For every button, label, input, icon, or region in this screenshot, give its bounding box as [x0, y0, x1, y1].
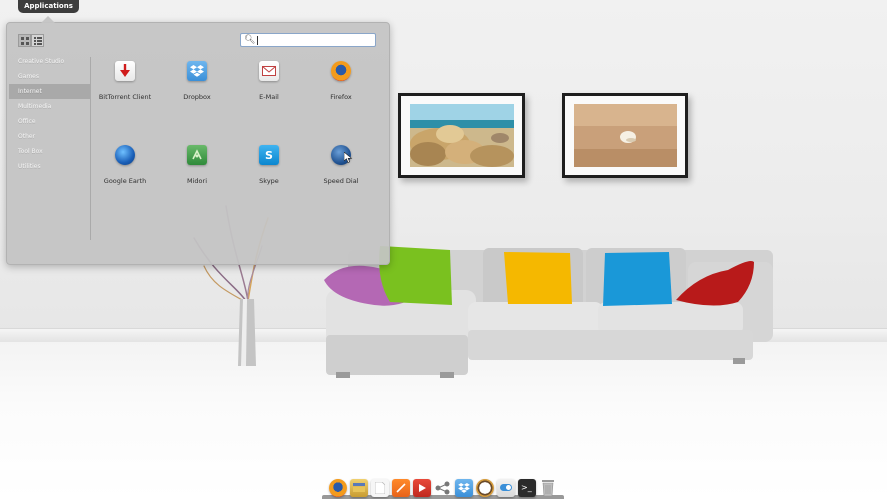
wallpaper-frame-shell [562, 93, 688, 178]
video-player-icon[interactable] [413, 478, 431, 497]
app-skype[interactable]: S Skype [234, 145, 304, 185]
app-label: Dropbox [183, 93, 211, 101]
firefox-icon [331, 61, 351, 81]
app-email[interactable]: E-Mail [234, 61, 304, 101]
dock: >_ [325, 476, 564, 499]
skype-icon: S [259, 145, 279, 165]
category-internet[interactable]: Internet [9, 84, 90, 99]
app-label: E-Mail [259, 93, 279, 101]
search-icon: 🔍︎ [244, 35, 256, 45]
firefox-icon[interactable] [329, 478, 347, 497]
file-manager-icon[interactable] [350, 478, 368, 497]
search-field[interactable]: 🔍︎ [240, 33, 376, 47]
midori-icon [187, 145, 207, 165]
app-label: Speed Dial [323, 177, 359, 185]
category-utilities[interactable]: Utilities [9, 159, 90, 174]
app-bittorrent-client[interactable]: BitTorrent Client [90, 61, 160, 101]
email-icon [259, 61, 279, 81]
google-earth-icon [115, 145, 135, 165]
app-speed-dial[interactable]: Speed Dial [306, 145, 376, 185]
bittorrent-icon [115, 61, 135, 81]
category-tool-box[interactable]: Tool Box [9, 144, 90, 159]
app-label: BitTorrent Client [98, 93, 152, 101]
search-input[interactable] [255, 35, 365, 45]
app-label: Midori [187, 177, 207, 185]
app-firefox[interactable]: Firefox [306, 61, 376, 101]
trash-icon[interactable] [539, 479, 557, 497]
grid-view-icon[interactable] [18, 34, 31, 47]
graphics-icon[interactable] [392, 478, 410, 497]
view-mode-toggle [18, 34, 44, 47]
category-games[interactable]: Games [9, 69, 90, 84]
app-dropbox[interactable]: Dropbox [162, 61, 232, 101]
terminal-icon[interactable]: >_ [518, 478, 536, 497]
text-editor-icon[interactable] [371, 478, 389, 497]
speed-dial-icon [331, 145, 353, 165]
dropbox-icon[interactable] [455, 478, 473, 497]
app-google-earth[interactable]: Google Earth [90, 145, 160, 185]
app-midori[interactable]: Midori [162, 145, 232, 185]
shell-photo [574, 104, 677, 167]
wallpaper-frame-rocks [398, 93, 525, 178]
app-label: Google Earth [103, 177, 147, 185]
applications-launcher-panel: 🔍︎ Creative Studio Games Internet Multim… [6, 16, 390, 265]
clock-icon[interactable] [476, 478, 494, 497]
app-label: Skype [259, 177, 279, 185]
category-office[interactable]: Office [9, 114, 90, 129]
app-label: Firefox [330, 93, 352, 101]
list-view-icon[interactable] [31, 34, 44, 47]
category-list: Creative Studio Games Internet Multimedi… [9, 54, 90, 174]
settings-toggle-icon[interactable] [497, 478, 515, 497]
category-creative-studio[interactable]: Creative Studio [9, 54, 90, 69]
rocks-photo [410, 104, 514, 167]
network-icon[interactable] [434, 479, 452, 497]
applications-menu-button[interactable]: Applications [18, 0, 79, 13]
category-multimedia[interactable]: Multimedia [9, 99, 90, 114]
dropbox-icon [187, 61, 207, 81]
category-other[interactable]: Other [9, 129, 90, 144]
